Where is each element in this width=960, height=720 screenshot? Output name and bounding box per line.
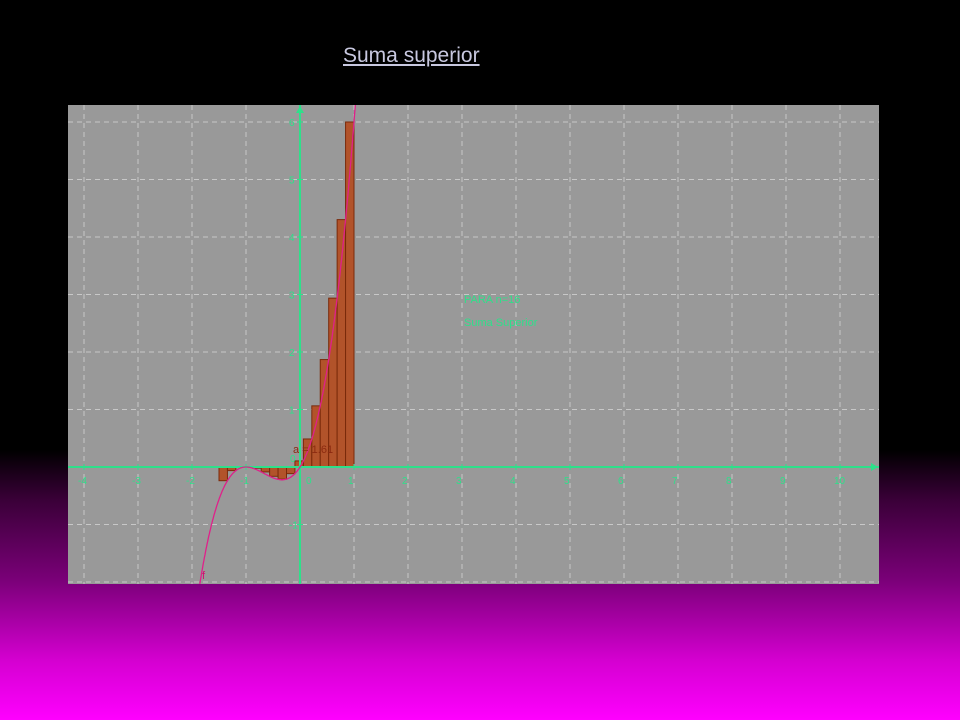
y-tick-label: 4 xyxy=(289,233,295,244)
info-text-n: PARA n=16 xyxy=(464,294,520,306)
riemann-rectangle xyxy=(218,466,228,482)
y-axis-arrow xyxy=(296,106,304,113)
x-tick-label: 9 xyxy=(780,476,786,487)
x-tick-label: 7 xyxy=(672,476,678,487)
y-tick-label: 5 xyxy=(289,176,295,187)
grid-lines xyxy=(68,105,879,584)
area-label: a = 1.61 xyxy=(293,444,333,456)
x-tick-label: -4 xyxy=(78,476,87,487)
y-tick-label: -1 xyxy=(289,521,298,532)
y-tick-label: 3 xyxy=(289,291,295,302)
x-tick-label: 4 xyxy=(510,476,516,487)
riemann-rectangle xyxy=(328,297,338,468)
x-tick-label: -3 xyxy=(132,476,141,487)
slide-title[interactable]: Suma superior xyxy=(343,44,480,68)
x-axis-arrow xyxy=(871,463,878,471)
riemann-rectangles xyxy=(218,121,355,482)
x-tick-label: 10 xyxy=(834,476,846,487)
graph-canvas[interactable]: -4 -3 -2 -1 1 2 3 4 5 6 7 8 9 100-1123456 f 0 a = 1.6… xyxy=(68,105,879,584)
x-tick-label: 6 xyxy=(618,476,624,487)
x-tick-label: 8 xyxy=(726,476,732,487)
riemann-rectangle xyxy=(277,466,287,480)
axes xyxy=(68,105,879,584)
x-tick-label: 5 xyxy=(564,476,570,487)
graph-panel[interactable]: -4 -3 -2 -1 1 2 3 4 5 6 7 8 9 10 0 -1 1 2 3 4 5 6 f 0 a = 1.6… xyxy=(68,105,879,584)
y-tick-label: 1 xyxy=(289,406,295,417)
function-label: f xyxy=(202,570,206,582)
x-tick-label: 1 xyxy=(348,476,354,487)
info-text-type: Suma Superior xyxy=(464,317,538,329)
x-tick-label: -2 xyxy=(186,476,195,487)
x-tick-label: -1 xyxy=(240,476,249,487)
y-tick-label: 6 xyxy=(289,118,295,129)
riemann-rectangle xyxy=(269,466,279,477)
x-tick-label: 0 xyxy=(306,476,312,487)
y-tick-label: 2 xyxy=(289,348,295,359)
x-tick-label: 3 xyxy=(456,476,462,487)
x-tick-label: 2 xyxy=(402,476,408,487)
